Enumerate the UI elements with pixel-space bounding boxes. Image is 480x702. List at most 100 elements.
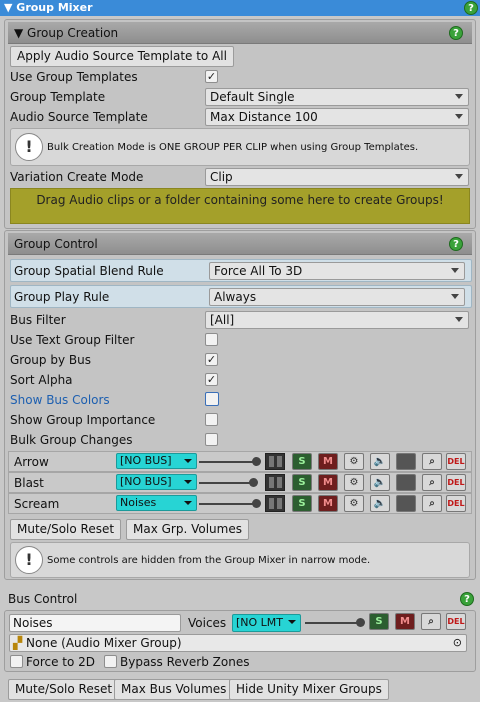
audio-source-template-dropdown[interactable]: Max Distance 100 xyxy=(205,108,469,126)
bus-volume-knob[interactable] xyxy=(356,618,365,627)
variation-create-mode-value: Clip xyxy=(210,170,233,184)
search-icon[interactable]: ⌕ xyxy=(422,495,442,512)
help-icon[interactable]: ? xyxy=(449,237,463,251)
play-rule-row: Group Play Rule Always xyxy=(10,285,472,308)
chevron-down-icon xyxy=(455,317,463,322)
chevron-down-icon xyxy=(184,501,192,505)
option-label: Show Group Importance xyxy=(10,413,156,427)
apply-template-button[interactable]: Apply Audio Source Template to All xyxy=(10,46,234,67)
stop-button[interactable] xyxy=(396,474,416,491)
group-bus-dropdown[interactable]: [NO BUS] xyxy=(116,453,197,469)
gear-icon[interactable]: ⚙ xyxy=(344,474,364,491)
mute-button[interactable]: M xyxy=(318,453,338,470)
bypass-reverb-label: Bypass Reverb Zones xyxy=(120,655,250,669)
bus-mute-solo-reset-button[interactable]: Mute/Solo Reset xyxy=(8,679,120,700)
use-text-group-filter-checkbox[interactable] xyxy=(205,333,218,346)
delete-button[interactable]: DEL xyxy=(446,453,466,470)
variation-create-mode-dropdown[interactable]: Clip xyxy=(205,168,469,186)
audio-source-template-label: Audio Source Template xyxy=(10,110,148,124)
speaker-icon[interactable]: 🔈 xyxy=(370,474,390,491)
spatial-blend-dropdown[interactable]: Force All To 3D xyxy=(209,262,465,280)
bus-mute-button[interactable]: M xyxy=(395,613,415,630)
option-label: Show Bus Colors xyxy=(10,393,110,407)
gear-icon[interactable]: ⚙ xyxy=(344,453,364,470)
group-by-bus-checkbox[interactable]: ✓ xyxy=(205,353,218,366)
dropzone-text: Drag Audio clips or a folder containing … xyxy=(36,193,444,207)
help-icon[interactable]: ? xyxy=(449,26,463,40)
force-to-2d-label: Force to 2D xyxy=(26,655,96,669)
search-icon[interactable]: ⌕ xyxy=(421,613,441,630)
group-name[interactable]: Scream xyxy=(14,495,59,513)
group-bus-value: [NO BUS] xyxy=(120,475,172,488)
sort-alpha-checkbox[interactable]: ✓ xyxy=(205,373,218,386)
solo-button[interactable]: S xyxy=(292,474,312,491)
speaker-icon[interactable]: 🔈 xyxy=(370,495,390,512)
chevron-down-icon xyxy=(184,480,192,484)
checkmark-icon: ✓ xyxy=(206,373,217,386)
delete-button[interactable]: DEL xyxy=(446,474,466,491)
bulk-creation-info-text: Bulk Creation Mode is ONE GROUP PER CLIP… xyxy=(47,142,419,153)
hide-unity-mixer-groups-button[interactable]: Hide Unity Mixer Groups xyxy=(229,679,389,700)
show-group-importance-checkbox[interactable] xyxy=(205,413,218,426)
mute-button[interactable]: M xyxy=(318,474,338,491)
chevron-down-icon xyxy=(455,114,463,119)
help-icon[interactable]: ? xyxy=(460,592,474,606)
spatial-blend-row: Group Spatial Blend Rule Force All To 3D xyxy=(10,259,472,282)
bus-filter-dropdown[interactable]: [All] xyxy=(205,311,469,329)
max-group-volumes-button[interactable]: Max Grp. Volumes xyxy=(126,519,249,540)
force-to-2d-checkbox[interactable] xyxy=(10,655,23,668)
bus-solo-button[interactable]: S xyxy=(369,613,389,630)
bus-volume-slider[interactable] xyxy=(305,622,360,624)
mixer-group-value: None (Audio Mixer Group) xyxy=(26,636,182,650)
help-icon[interactable]: ? xyxy=(464,1,478,15)
checkmark-icon: ✓ xyxy=(206,70,217,83)
group-name[interactable]: Arrow xyxy=(14,453,49,471)
group-volume-knob[interactable] xyxy=(252,457,261,466)
group-control-title: Group Control xyxy=(14,237,98,251)
group-bus-dropdown[interactable]: [NO BUS] xyxy=(116,474,197,490)
bypass-reverb-checkbox[interactable] xyxy=(104,655,117,668)
object-picker-icon[interactable]: ⊙ xyxy=(453,635,462,651)
group-bus-dropdown[interactable]: Noises xyxy=(116,495,197,511)
bus-name-input[interactable]: Noises xyxy=(9,614,181,632)
group-volume-slider[interactable] xyxy=(199,503,256,505)
group-template-label: Group Template xyxy=(10,90,106,104)
use-group-templates-checkbox[interactable]: ✓ xyxy=(205,70,218,83)
mute-button[interactable]: M xyxy=(318,495,338,512)
speaker-icon[interactable]: 🔈 xyxy=(370,453,390,470)
stop-button[interactable] xyxy=(396,453,416,470)
group-volume-knob[interactable] xyxy=(252,499,261,508)
bulk-group-changes-checkbox[interactable] xyxy=(205,433,218,446)
group-creation-header[interactable]: ▼ Group Creation xyxy=(8,22,472,44)
group-template-dropdown[interactable]: Default Single xyxy=(205,88,469,106)
group-volume-slider[interactable] xyxy=(199,461,256,463)
chevron-down-icon xyxy=(451,294,459,299)
voices-dropdown[interactable]: [NO LMT xyxy=(232,614,301,632)
bus-delete-button[interactable]: DEL xyxy=(446,613,466,630)
play-rule-dropdown[interactable]: Always xyxy=(209,288,465,306)
audio-clip-dropzone[interactable]: Drag Audio clips or a folder containing … xyxy=(10,188,470,224)
meter-bars-icon xyxy=(265,453,285,470)
search-icon[interactable]: ⌕ xyxy=(422,453,442,470)
group-volume-slider[interactable] xyxy=(199,482,256,484)
group-control-header[interactable]: Group Control xyxy=(8,233,472,255)
object-field-icon: ▞ xyxy=(13,636,27,650)
audio-mixer-group-field[interactable]: ▞ None (Audio Mixer Group) ⊙ xyxy=(9,634,467,652)
group-mixer-title: Group Mixer xyxy=(16,1,93,14)
search-icon[interactable]: ⌕ xyxy=(422,474,442,491)
max-bus-volumes-button[interactable]: Max Bus Volumes xyxy=(114,679,234,700)
voices-label: Voices xyxy=(188,616,227,630)
group-mixer-header[interactable]: ▼ Group Mixer xyxy=(0,0,480,16)
solo-button[interactable]: S xyxy=(292,495,312,512)
variation-create-mode-label: Variation Create Mode xyxy=(10,170,144,184)
group-name[interactable]: Blast xyxy=(14,474,44,492)
narrow-mode-info-box: ! Some controls are hidden from the Grou… xyxy=(10,542,470,578)
stop-button[interactable] xyxy=(396,495,416,512)
chevron-down-icon xyxy=(451,268,459,273)
show-bus-colors-checkbox[interactable] xyxy=(205,392,219,406)
mute-solo-reset-button[interactable]: Mute/Solo Reset xyxy=(10,519,122,540)
delete-button[interactable]: DEL xyxy=(446,495,466,512)
gear-icon[interactable]: ⚙ xyxy=(344,495,364,512)
group-template-value: Default Single xyxy=(210,90,295,104)
solo-button[interactable]: S xyxy=(292,453,312,470)
